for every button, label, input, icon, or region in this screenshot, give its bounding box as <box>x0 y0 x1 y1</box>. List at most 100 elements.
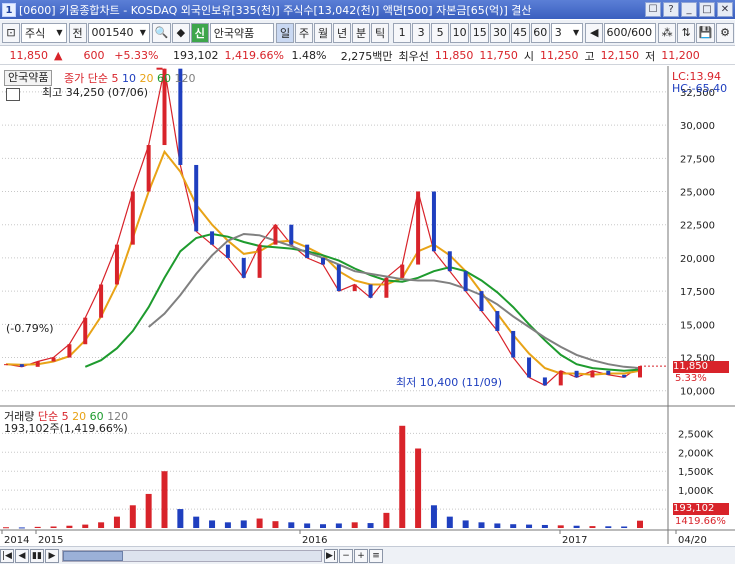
layout-icon[interactable]: ⊡ <box>2 22 20 43</box>
price-tick-label: 27,500 <box>680 154 715 165</box>
volume-bar <box>98 522 105 528</box>
quote-bar: 11,850 ▲ 600 +5.33% 193,102 1,419.66% 1.… <box>0 47 735 65</box>
volume-bar <box>82 524 89 528</box>
trade-amount: 2,275백만 <box>340 49 393 63</box>
volume-bar <box>145 493 152 528</box>
interval-15[interactable]: 15 <box>470 22 490 43</box>
volume-bar <box>573 525 580 528</box>
line-tool-icon[interactable]: ⁂ <box>658 22 677 43</box>
high-price: 12,150 <box>600 49 640 62</box>
settings-icon[interactable]: ≡ <box>369 548 383 563</box>
period-day[interactable]: 일 <box>276 22 295 43</box>
table-icon[interactable] <box>6 88 20 101</box>
volume-tick-label: 2,500K <box>678 429 714 440</box>
price-candle <box>511 330 516 358</box>
period-minute[interactable]: 분 <box>352 22 371 43</box>
jeon-button[interactable]: 전 <box>68 22 87 43</box>
scroll-track[interactable] <box>62 549 322 562</box>
volume-tick-label: 2,000K <box>678 448 714 459</box>
interval-60[interactable]: 60 <box>530 22 550 43</box>
price-candle <box>225 244 230 258</box>
volume-bar <box>161 471 168 528</box>
price-candle <box>558 370 563 386</box>
volume-bar <box>589 526 596 528</box>
volume-bar <box>367 523 374 528</box>
scroll-pause-icon[interactable]: ▮▮ <box>30 548 44 563</box>
close-icon[interactable]: ✕ <box>717 2 733 17</box>
volume-bar <box>335 523 342 528</box>
scroll-first-icon[interactable]: |◀ <box>0 548 14 563</box>
toolbar: ⊡ 주식 ▼ 전 001540 ▼ 🔍 ◆ 신 안국약품 일 주 월 년 분 틱… <box>0 20 735 46</box>
current-volume-rate-tag: 1419.66% <box>675 516 726 527</box>
x-tick-label: 04/20 <box>678 535 707 544</box>
interval-45[interactable]: 45 <box>510 22 530 43</box>
restore-icon[interactable]: ☐ <box>645 2 661 17</box>
price-candle <box>51 357 56 362</box>
period-month[interactable]: 월 <box>314 22 333 43</box>
price-candle <box>368 284 373 298</box>
period-tick[interactable]: 틱 <box>371 22 390 43</box>
chart-area[interactable]: 32,500 30,000 27,500 25,000 22,500 20,000 17,5… <box>0 66 735 544</box>
price-candle <box>130 191 135 245</box>
price-candle <box>527 357 532 378</box>
interval-3[interactable]: 3 <box>412 22 431 43</box>
volume-bar <box>129 505 136 528</box>
scroll-right-icon[interactable]: ▶ <box>45 548 59 563</box>
x-tick-label: 2015 <box>38 535 63 544</box>
bottom-scrollbar: |◀ ◀ ▮▮ ▶ ▶| − + ≡ <box>0 546 735 564</box>
price-candle <box>114 244 119 285</box>
volume-bar <box>621 526 628 528</box>
collapse-icon[interactable]: ◀ <box>585 22 604 43</box>
count-select[interactable]: 3 ▼ <box>550 22 584 43</box>
bid-price: 11,750 <box>479 49 518 62</box>
volume-bar <box>288 522 295 528</box>
save-icon[interactable]: 💾 <box>696 22 716 43</box>
price-candle <box>273 224 278 245</box>
period-year[interactable]: 년 <box>333 22 352 43</box>
stock-prev-icon[interactable]: ◆ <box>171 22 190 43</box>
volume-bar <box>541 524 548 528</box>
help-icon[interactable]: ? <box>663 2 679 17</box>
search-icon[interactable]: 🔍 <box>151 22 171 43</box>
price-candle <box>542 377 547 386</box>
ma120-line <box>148 232 641 370</box>
code-input[interactable]: 001540 ▼ <box>87 22 150 43</box>
x-tick-label: 2014 <box>4 535 29 544</box>
volume-bar <box>462 520 469 528</box>
price-candle <box>257 244 262 278</box>
interval-30[interactable]: 30 <box>490 22 510 43</box>
price-candle <box>479 291 484 312</box>
current-price-tag: 11,850 <box>673 361 729 373</box>
scroll-thumb[interactable] <box>63 550 123 561</box>
chart-svg[interactable]: 32,50030,00027,50025,00022,50020,00017,5… <box>0 66 735 544</box>
arrows-icon[interactable]: ⇅ <box>677 22 696 43</box>
zoom-out-icon[interactable]: − <box>339 548 353 563</box>
settings-icon[interactable]: ⚙ <box>716 22 735 43</box>
volume-bar <box>240 520 247 528</box>
interval-5[interactable]: 5 <box>431 22 450 43</box>
scroll-left-icon[interactable]: ◀ <box>15 548 29 563</box>
market-select[interactable]: 주식 ▼ <box>21 22 67 43</box>
max-price-note: 최고 34,250 (07/06) <box>42 86 149 99</box>
maximize-icon[interactable]: □ <box>699 2 715 17</box>
market-value: 주식 <box>25 26 46 40</box>
scroll-end-icon[interactable]: ▶| <box>324 548 338 563</box>
interval-10[interactable]: 10 <box>450 22 470 43</box>
volume-bar <box>66 525 73 528</box>
price-candle <box>416 191 421 265</box>
low-price: 11,200 <box>661 49 700 62</box>
minimize-icon[interactable]: _ <box>681 2 697 17</box>
interval-1[interactable]: 1 <box>393 22 412 43</box>
count-value: 3 <box>554 26 562 39</box>
volume-bar <box>430 505 437 528</box>
price-candle <box>305 244 310 258</box>
period-week[interactable]: 주 <box>295 22 314 43</box>
price-candle <box>574 370 579 378</box>
price-candle <box>241 257 246 278</box>
volume-bar <box>351 522 358 528</box>
price-candle <box>4 364 8 366</box>
zoom-in-icon[interactable]: + <box>354 548 368 563</box>
price-candle <box>210 231 215 245</box>
ask-price: 11,850 <box>434 49 474 62</box>
volume-bar <box>34 526 41 528</box>
